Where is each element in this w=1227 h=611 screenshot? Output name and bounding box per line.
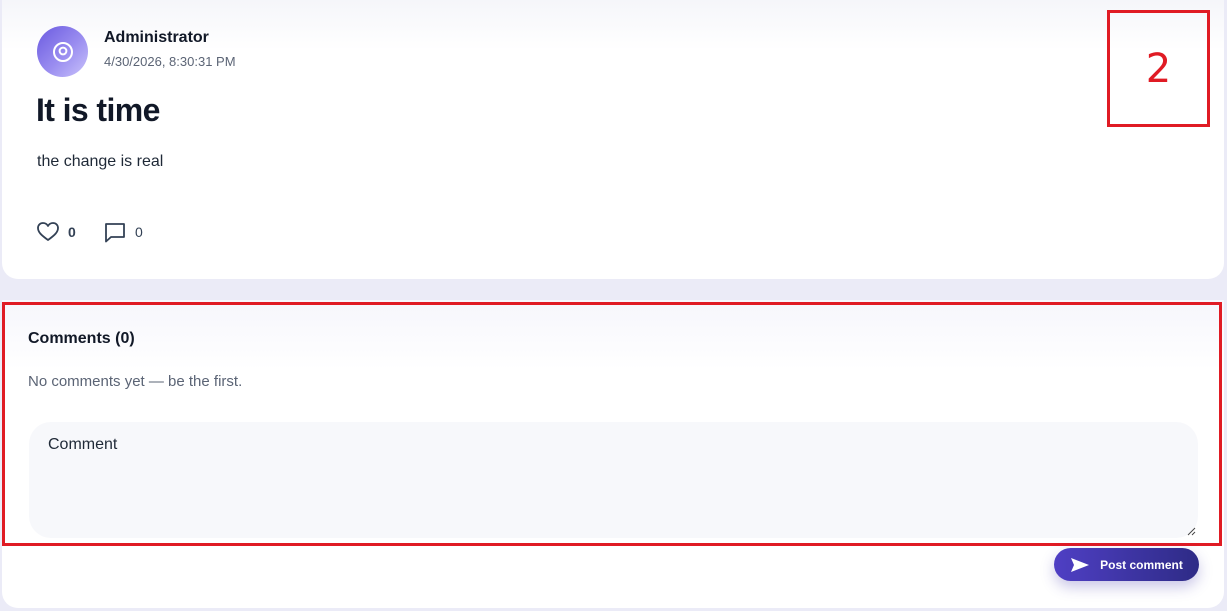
send-icon [1071,557,1090,572]
post-comment-label: Post comment [1100,557,1183,572]
comments-heading: Comments (0) [28,330,135,347]
like-button[interactable]: 0 [37,219,76,245]
user-circle-icon [52,41,73,62]
resize-handle-icon[interactable] [1186,526,1196,536]
post-title: It is time [36,92,160,128]
post-timestamp: 4/30/2026, 8:30:31 PM [104,54,236,69]
post-body: the change is real [37,153,164,170]
like-count: 0 [68,224,76,240]
comment-input[interactable] [29,422,1198,538]
avatar[interactable] [37,26,88,77]
comment-icon [105,222,125,242]
heart-icon [37,222,59,241]
comment-button[interactable]: 0 [104,219,143,245]
comments-empty-text: No comments yet — be the first. [28,373,243,390]
author-name[interactable]: Administrator [104,29,209,47]
comment-field[interactable] [29,422,1198,538]
annotation-marker-label: 2 [1145,45,1172,92]
annotation-marker: 2 [1107,10,1210,127]
post-comment-button[interactable]: Post comment [1054,548,1199,581]
comment-count: 0 [135,224,143,240]
